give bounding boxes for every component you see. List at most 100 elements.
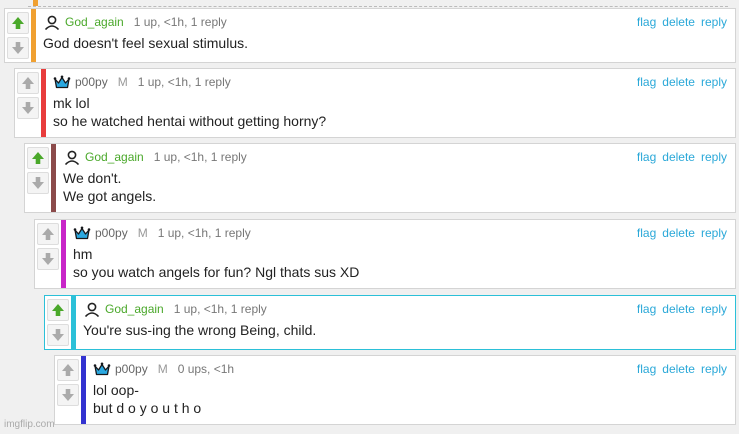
comment-body: We don't. We got angels.	[63, 169, 727, 205]
reply-link[interactable]: reply	[701, 225, 727, 241]
comment-line: mk lol	[53, 95, 90, 111]
vote-column	[25, 144, 51, 194]
downvote-arrow-icon	[51, 328, 65, 342]
user-icon	[63, 150, 81, 165]
reply-link[interactable]: reply	[701, 74, 727, 90]
reply-link[interactable]: reply	[701, 14, 727, 30]
flag-link[interactable]: flag	[637, 14, 656, 30]
comment: God_again 1 up, <1h, 1 reply flag delete…	[4, 8, 736, 63]
username-link[interactable]: God_again	[65, 14, 124, 30]
upvote-arrow-icon	[61, 363, 75, 377]
depth-strip	[41, 69, 46, 137]
upvote-button[interactable]	[47, 299, 69, 321]
upvote-arrow-icon	[11, 16, 25, 30]
username-link[interactable]: God_again	[105, 301, 164, 317]
comment-meta: 1 up, <1h, 1 reply	[137, 75, 231, 89]
flag-link[interactable]: flag	[637, 74, 656, 90]
delete-link[interactable]: delete	[662, 149, 695, 165]
vote-column	[45, 296, 71, 346]
downvote-arrow-icon	[21, 101, 35, 115]
comment-actions: flag delete reply	[637, 14, 727, 30]
comment-line: hm	[73, 246, 93, 262]
comment-header: p00py M 1 up, <1h, 1 reply flag delete r…	[73, 225, 727, 241]
username-link[interactable]: p00py	[75, 74, 108, 90]
comment-body: mk lol so he watched hentai without gett…	[53, 94, 727, 130]
comment-meta: 1 up, <1h, 1 reply	[133, 15, 227, 29]
mod-badge: M	[117, 75, 128, 89]
reply-link[interactable]: reply	[701, 301, 727, 317]
comment-actions: flag delete reply	[637, 149, 727, 165]
downvote-button[interactable]	[47, 324, 69, 346]
delete-link[interactable]: delete	[662, 301, 695, 317]
depth-strip	[61, 220, 66, 288]
upvote-button[interactable]	[57, 359, 79, 381]
comment: p00py M 1 up, <1h, 1 reply flag delete r…	[34, 219, 736, 289]
depth-strip	[71, 296, 76, 349]
downvote-arrow-icon	[61, 388, 75, 402]
comment-line: so he watched hentai without getting hor…	[53, 113, 327, 129]
crown-icon	[73, 226, 91, 241]
comment-line: but d o y o u t h o	[93, 400, 202, 416]
depth-strip	[31, 9, 36, 62]
flag-link[interactable]: flag	[637, 225, 656, 241]
comment-actions: flag delete reply	[637, 301, 727, 317]
downvote-button[interactable]	[37, 248, 59, 270]
delete-link[interactable]: delete	[662, 14, 695, 30]
comment-body: lol oop- but d o y o u t h o	[93, 381, 727, 417]
comment: God_again 1 up, <1h, 1 reply flag delete…	[24, 143, 736, 213]
vote-column	[5, 9, 31, 59]
upvote-arrow-icon	[31, 151, 45, 165]
upvote-arrow-icon	[51, 303, 65, 317]
reply-link[interactable]: reply	[701, 361, 727, 377]
parent-depth-strip	[33, 0, 38, 6]
delete-link[interactable]: delete	[662, 225, 695, 241]
vote-column	[55, 356, 81, 406]
comment-line: We got angels.	[63, 188, 157, 204]
flag-link[interactable]: flag	[637, 361, 656, 377]
comment: p00py M 0 ups, <1h flag delete reply lol…	[54, 355, 736, 425]
delete-link[interactable]: delete	[662, 361, 695, 377]
thread-continuation-divider	[28, 0, 728, 7]
comment-body: God doesn't feel sexual stimulus.	[43, 34, 727, 52]
mod-badge: M	[137, 226, 148, 240]
upvote-button[interactable]	[7, 12, 29, 34]
downvote-button[interactable]	[7, 37, 29, 59]
username-link[interactable]: p00py	[95, 225, 128, 241]
comment-body: You're sus-ing the wrong Being, child.	[83, 321, 727, 339]
imgflip-watermark: imgflip.com	[4, 419, 55, 430]
comment: God_again 1 up, <1h, 1 reply flag delete…	[44, 295, 736, 350]
upvote-button[interactable]	[37, 223, 59, 245]
user-icon	[43, 15, 61, 30]
comment-line: so you watch angels for fun? Ngl thats s…	[73, 264, 360, 280]
upvote-arrow-icon	[21, 76, 35, 90]
delete-link[interactable]: delete	[662, 74, 695, 90]
username-link[interactable]: p00py	[115, 361, 148, 377]
upvote-button[interactable]	[27, 147, 49, 169]
comment-body: hm so you watch angels for fun? Ngl that…	[73, 245, 727, 281]
downvote-arrow-icon	[11, 41, 25, 55]
reply-link[interactable]: reply	[701, 149, 727, 165]
flag-link[interactable]: flag	[637, 301, 656, 317]
upvote-button[interactable]	[17, 72, 39, 94]
comment-line: God doesn't feel sexual stimulus.	[43, 35, 249, 51]
downvote-button[interactable]	[57, 384, 79, 406]
downvote-arrow-icon	[41, 252, 55, 266]
comment-meta: 1 up, <1h, 1 reply	[173, 302, 267, 316]
flag-link[interactable]: flag	[637, 149, 656, 165]
username-link[interactable]: God_again	[85, 149, 144, 165]
vote-column	[15, 69, 41, 119]
crown-icon	[93, 362, 111, 377]
comment-header: God_again 1 up, <1h, 1 reply flag delete…	[63, 149, 727, 165]
user-icon	[83, 302, 101, 317]
comment-line: lol oop-	[93, 382, 139, 398]
mod-badge: M	[157, 362, 168, 376]
downvote-button[interactable]	[17, 97, 39, 119]
comment-line: We don't.	[63, 170, 122, 186]
comment-header: p00py M 0 ups, <1h flag delete reply	[93, 361, 727, 377]
depth-strip	[81, 356, 86, 424]
comment-meta: 1 up, <1h, 1 reply	[157, 226, 251, 240]
downvote-button[interactable]	[27, 172, 49, 194]
comment-actions: flag delete reply	[637, 225, 727, 241]
comment: p00py M 1 up, <1h, 1 reply flag delete r…	[14, 68, 736, 138]
comment-meta: 1 up, <1h, 1 reply	[153, 150, 247, 164]
